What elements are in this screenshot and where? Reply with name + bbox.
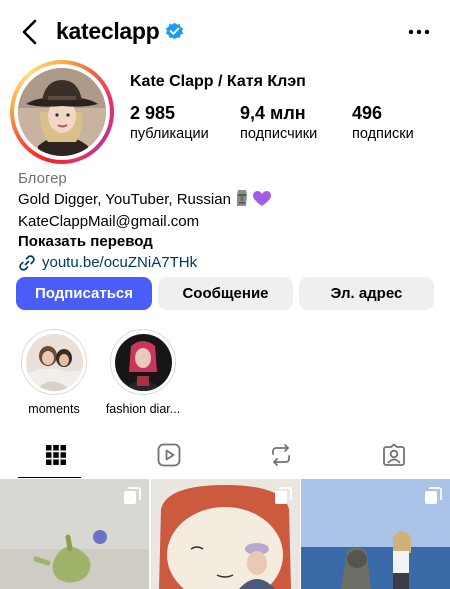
username-row: kateclapp — [56, 18, 184, 45]
display-name: Kate Clapp / Катя Клэп — [130, 73, 306, 90]
posts-label: публикации — [130, 126, 209, 142]
tagged-icon — [382, 443, 405, 466]
highlight-label: moments — [28, 402, 80, 416]
grid-icon — [46, 445, 67, 465]
back-arrow-icon[interactable] — [18, 18, 42, 46]
bio-line: Gold Digger, YouTuber, Russian — [18, 189, 271, 213]
highlight-label: fashion diar... — [105, 402, 181, 416]
followers-stat[interactable]: 9,4 млн подписчики — [240, 103, 352, 142]
email-button[interactable]: Эл. адрес — [299, 277, 434, 310]
follow-button[interactable]: Подписаться — [16, 277, 152, 310]
following-stat[interactable]: 496 подписки — [352, 103, 442, 142]
carousel-icon — [274, 487, 292, 504]
highlight-moments-thumbnail — [25, 333, 83, 391]
followers-count: 9,4 млн — [240, 103, 306, 123]
carousel-icon — [425, 487, 442, 504]
message-button[interactable]: Сообщение — [158, 277, 293, 310]
content-tabs — [0, 432, 450, 478]
posts-count: 2 985 — [130, 103, 176, 123]
bio-email[interactable]: KateClappMail@gmail.com — [18, 212, 271, 232]
followers-label: подписчики — [240, 126, 318, 142]
profile-actions: Подписаться Сообщение Эл. адрес — [16, 277, 434, 310]
post-thumbnail[interactable] — [150, 479, 300, 589]
bio-category: Блогер — [18, 170, 67, 187]
bio-link[interactable]: youtu.be/ocuZNiA7THk — [18, 253, 271, 273]
verified-badge-icon — [166, 22, 184, 40]
posts-grid — [0, 479, 450, 589]
tab-reels[interactable] — [113, 432, 226, 478]
tab-reposts[interactable] — [225, 432, 338, 478]
link-icon — [19, 255, 35, 271]
reels-icon — [157, 443, 181, 467]
top-bar: kateclapp — [0, 0, 450, 64]
bio-text: Gold Digger, YouTuber, Russian — [18, 190, 231, 208]
posts-stat[interactable]: 2 985 публикации — [130, 103, 240, 142]
more-options-icon[interactable] — [408, 24, 430, 40]
following-label: подписки — [352, 126, 414, 142]
tab-posts-grid[interactable] — [0, 432, 113, 478]
story-highlights: moments fashion diar... — [14, 329, 184, 416]
avatar[interactable] — [18, 68, 106, 156]
bio-link-text: youtu.be/ocuZNiA7THk — [42, 254, 198, 271]
show-translation-link[interactable]: Показать перевод — [18, 232, 271, 252]
story-ring[interactable] — [10, 60, 114, 164]
bio: Блогер Gold Digger, YouTuber, Russian Ka… — [18, 169, 271, 273]
carousel-icon — [124, 487, 141, 504]
post-thumbnail[interactable] — [301, 479, 450, 589]
profile-stats: 2 985 публикации 9,4 млн подписчики 496 … — [130, 103, 442, 142]
highlight-fashion-thumbnail — [114, 333, 172, 391]
tab-tagged[interactable] — [338, 432, 450, 478]
highlight-moments[interactable]: moments — [14, 329, 94, 416]
highlight-fashion-diary[interactable]: fashion diar... — [103, 329, 183, 416]
moai-icon — [234, 189, 250, 213]
purple-heart-icon — [252, 190, 271, 213]
following-count: 496 — [352, 103, 383, 123]
post-thumbnail[interactable] — [0, 479, 149, 589]
username: kateclapp — [56, 18, 160, 44]
reposts-icon — [272, 444, 291, 466]
